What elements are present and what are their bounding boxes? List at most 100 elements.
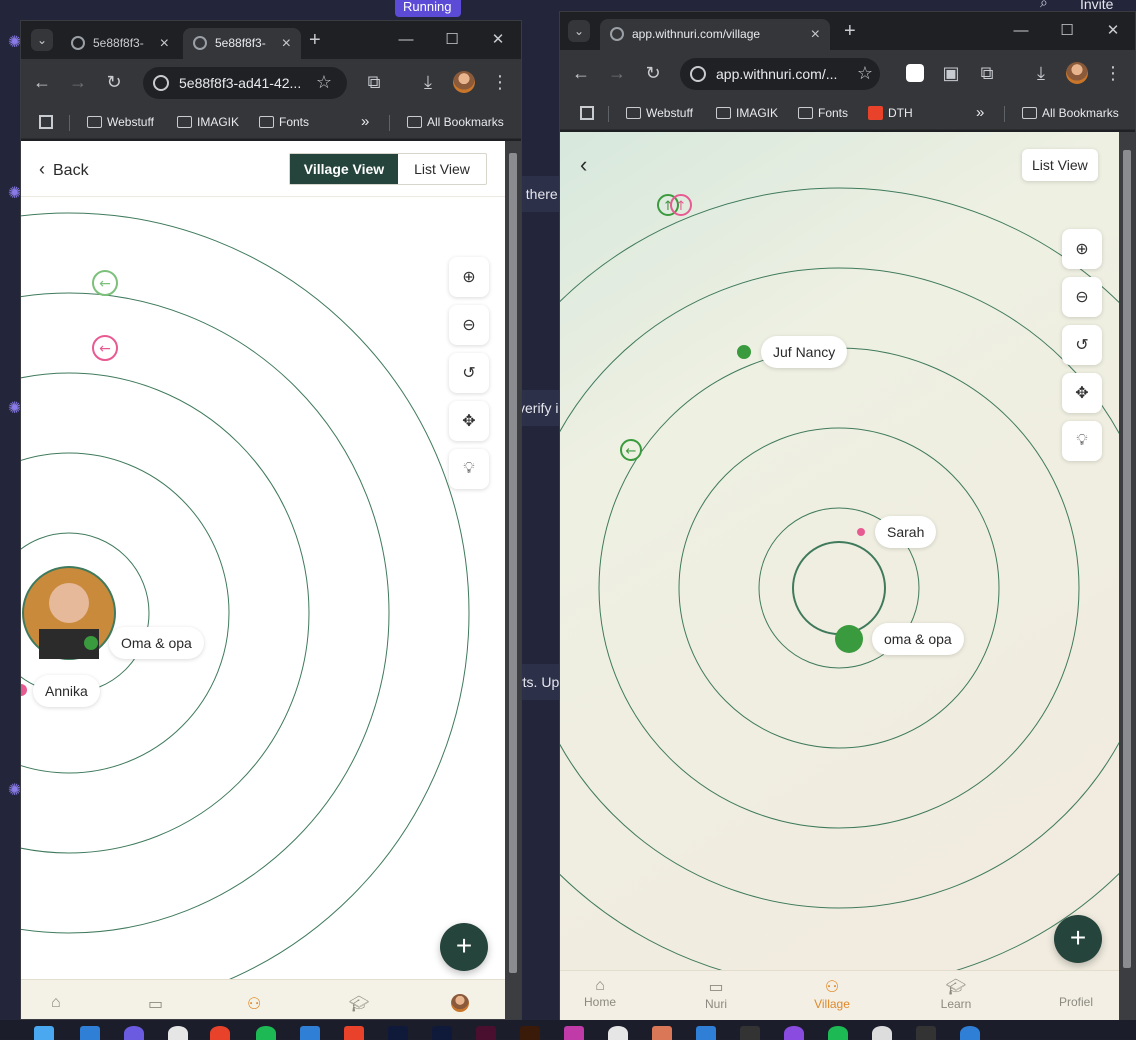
extensions-icon[interactable]: ⧉ [976,62,998,84]
pan-button[interactable]: ✥ [449,401,489,441]
premiere-icon[interactable] [388,1026,408,1040]
search-icon[interactable]: ⌕ [1040,0,1048,11]
close-window-button[interactable]: ✕ [1090,12,1136,50]
menu-icon[interactable]: ⋮ [489,71,511,93]
maximize-button[interactable]: ☐ [429,21,475,59]
forward-arrow-icon[interactable]: → [67,71,89,93]
instagram-icon[interactable] [564,1026,584,1040]
nav-village[interactable]: ⚇ Village [802,979,862,1011]
app-icon[interactable] [740,1026,760,1040]
tips-button[interactable]: 💡︎ [1062,421,1102,461]
extension-icon[interactable] [906,64,924,82]
back-arrow-icon[interactable]: ← [31,71,53,93]
app-icon[interactable] [80,1026,100,1040]
site-info-icon[interactable] [153,75,169,91]
bookmark-folder[interactable]: IMAGIK [716,96,778,130]
nav-profile[interactable]: Profiel [1046,989,1106,1009]
tab-search-button[interactable]: ⌄ [31,29,53,51]
add-contact-button[interactable]: + [440,923,488,971]
village-view-button[interactable]: Village View [290,154,398,184]
zoom-out-button[interactable]: ⊖ [449,305,489,345]
illustrator-icon[interactable] [520,1026,540,1040]
reload-icon[interactable]: ↻ [642,62,664,84]
profile-avatar[interactable] [1066,62,1088,84]
pan-button[interactable]: ✥ [1062,373,1102,413]
apps-grid-icon[interactable] [39,115,53,129]
tab-search-button[interactable]: ⌄ [568,20,590,42]
contact-dot[interactable] [857,528,865,536]
tips-button[interactable]: 💡︎ [449,449,489,489]
apps-grid-icon[interactable] [580,106,594,120]
close-tab-icon[interactable]: × [160,28,169,59]
minimize-button[interactable]: — [383,21,429,59]
tab[interactable]: 5e88f8f3- × [61,28,179,59]
new-tab-button[interactable]: + [309,29,321,52]
chat-icon[interactable]: ▭ [148,994,163,1014]
contact-label-juf-nancy[interactable]: Juf Nancy [761,336,848,368]
maximize-button[interactable]: ☐ [1044,12,1090,50]
home-icon[interactable]: ⌂ [51,994,61,1012]
site-info-icon[interactable] [690,66,706,82]
list-view-button[interactable]: List View [1022,149,1098,181]
app-icon[interactable] [784,1026,804,1040]
close-tab-icon[interactable]: × [811,19,820,50]
add-contact-button[interactable]: + [1054,915,1102,963]
list-view-button[interactable]: List View [398,154,486,184]
start-icon[interactable] [34,1026,54,1040]
profile-avatar[interactable] [451,994,469,1012]
close-window-button[interactable]: ✕ [475,21,521,59]
scrollbar-thumb[interactable] [1123,150,1131,968]
learn-icon[interactable]: 🎓︎ [349,994,369,1014]
village-icon[interactable]: ⚇ [247,994,261,1014]
scrollbar-thumb[interactable] [509,153,517,973]
forward-arrow-icon[interactable]: → [606,62,628,84]
app-icon[interactable] [168,1026,188,1040]
new-tab-button[interactable]: + [844,20,856,43]
zoom-out-button[interactable]: ⊖ [1062,277,1102,317]
tab-active[interactable]: app.withnuri.com/village × [600,19,830,50]
village-map[interactable]: ← ← [21,141,505,1019]
bookmark-folder[interactable]: Webstuff [87,105,154,139]
reset-button[interactable]: ↺ [449,353,489,393]
chrome-icon[interactable] [210,1026,230,1040]
nav-learn[interactable]: 🎓︎ Learn [926,979,986,1011]
app-icon[interactable] [916,1026,936,1040]
app-icon[interactable] [344,1026,364,1040]
all-bookmarks[interactable]: All Bookmarks [407,105,504,139]
app-icon[interactable] [300,1026,320,1040]
vscode-icon[interactable] [696,1026,716,1040]
app-icon[interactable] [124,1026,144,1040]
bookmark-folder[interactable]: Webstuff [626,96,693,130]
bookmarks-overflow[interactable]: » [976,96,984,130]
app-icon[interactable] [828,1026,848,1040]
nav-home[interactable]: ⌂ Home [570,977,630,1009]
contact-label-sarah[interactable]: Sarah [875,516,937,548]
photoshop-icon[interactable] [432,1026,452,1040]
contact-dot[interactable] [835,625,863,653]
menu-icon[interactable]: ⋮ [1102,62,1124,84]
reload-icon[interactable]: ↻ [103,71,125,93]
zoom-in-button[interactable]: ⊕ [1062,229,1102,269]
address-bar[interactable]: app.withnuri.com/... [680,58,880,90]
scrollbar[interactable] [1119,132,1135,1020]
reset-button[interactable]: ↺ [1062,325,1102,365]
village-map[interactable]: ← ↑ ↑ [560,132,1119,1020]
app-icon[interactable] [872,1026,892,1040]
screenshot-icon[interactable]: ▣ [940,62,962,84]
contact-label-oma-opa[interactable]: oma & opa [872,623,964,655]
zoom-in-button[interactable]: ⊕ [449,257,489,297]
chevron-left-icon[interactable]: ‹ [580,152,587,178]
indesign-icon[interactable] [476,1026,496,1040]
contact-label-oma-opa[interactable]: Oma & opa [109,627,204,659]
openai-icon[interactable] [608,1026,628,1040]
spotify-icon[interactable] [256,1026,276,1040]
contact-label-annika[interactable]: Annika [33,675,100,707]
contact-dot[interactable] [737,345,751,359]
download-icon[interactable]: ⤓ [1030,62,1052,84]
profile-avatar[interactable] [453,71,475,93]
scrollbar[interactable] [505,141,521,1019]
bookmarks-overflow[interactable]: » [361,105,369,139]
claude-icon[interactable] [652,1026,672,1040]
back-arrow-icon[interactable]: ← [570,62,592,84]
tab-active[interactable]: 5e88f8f3- × [183,28,301,59]
